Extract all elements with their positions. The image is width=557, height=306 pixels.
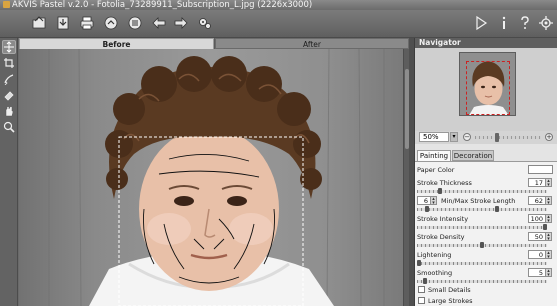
min-stroke-length-field[interactable]: 6 [417,196,431,205]
smoothing-spinner[interactable]: ▴ ▾ [546,268,552,278]
stroke-density-label: Stroke Density [417,233,465,241]
stroke-thickness-slider[interactable] [417,188,547,194]
info-icon[interactable] [495,14,513,32]
lightening-field[interactable]: 0 [528,250,546,259]
max-stroke-length-field[interactable]: 62 [528,196,546,205]
paper-color-label: Paper Color [417,166,455,174]
lightening-label: Lightening [417,251,452,259]
redo-icon[interactable] [172,14,190,32]
zoom-out-icon[interactable]: − [463,133,471,141]
minmax-stroke-length-label: Min/Max Stroke Length [441,197,516,205]
title-bar: AKVIS Pastel v.2.0 - Fotolia_73289911_Su… [0,0,557,10]
navigator-body [415,48,557,131]
smoothing-field[interactable]: 5 [528,268,546,277]
undo-icon[interactable] [150,14,168,32]
zoom-row: 50% ▾ − + [415,131,557,144]
hand-move-icon[interactable] [2,40,16,54]
large-strokes-label: Large Strokes [428,297,473,305]
settings-tabs: Painting Decoration [415,150,557,161]
stroke-length-slider[interactable] [417,206,547,212]
stroke-intensity-spinner[interactable]: ▴ ▾ [546,214,552,224]
stroke-intensity-label: Stroke Intensity [417,215,469,223]
stroke-density-knob[interactable] [480,242,484,248]
app-window: AKVIS Pastel v.2.0 - Fotolia_73289911_Su… [0,0,557,306]
navigator-viewport-frame[interactable] [466,61,510,115]
tab-decoration[interactable]: Decoration [452,150,494,161]
navigator-thumbnail[interactable] [459,52,516,116]
stroke-thickness-knob[interactable] [438,188,442,194]
stroke-intensity-knob[interactable] [543,224,547,230]
zoom-slider-knob[interactable] [495,133,499,142]
navigator-title: Navigator [415,38,557,48]
window-title: AKVIS Pastel v.2.0 - Fotolia_73289911_Su… [12,0,313,10]
save-icon[interactable] [54,14,72,32]
small-details-label: Small Details [428,286,471,294]
large-strokes-checkbox[interactable] [418,297,425,304]
view-tabs: Before After [19,38,409,49]
lightening-slider[interactable] [417,260,547,266]
small-details-checkbox[interactable] [418,286,425,293]
app-logo-icon [3,1,10,8]
stroke-direction-icon[interactable] [2,72,16,86]
smoothing-slider[interactable] [417,278,547,284]
stroke-length-min-knob[interactable] [425,206,429,212]
tab-painting[interactable]: Painting [417,150,451,161]
toolbar [0,10,557,38]
max-stroke-length-spinner[interactable]: ▴ ▾ [546,196,552,206]
lightening-knob[interactable] [417,260,421,266]
settings-icon[interactable] [537,14,555,32]
share-icon[interactable] [102,14,120,32]
help-icon[interactable] [516,14,534,32]
min-stroke-length-spinner[interactable]: ▴ ▾ [431,196,437,206]
stroke-density-slider[interactable] [417,242,547,248]
tab-after[interactable]: After [215,38,409,49]
image-canvas[interactable] [19,49,403,306]
settings-panel: Paper Color Stroke Thickness 17 ▴ ▾ 6 ▴ ▾ … [415,161,557,306]
lightening-spinner[interactable]: ▴ ▾ [546,250,552,260]
zoom-select[interactable]: 50% [419,132,449,142]
stroke-thickness-field[interactable]: 17 [528,178,546,187]
print-icon[interactable] [78,14,96,32]
stroke-intensity-slider[interactable] [417,224,547,230]
stroke-thickness-spinner[interactable]: ▴ ▾ [546,178,552,188]
smoothing-label: Smoothing [417,269,453,277]
hand-icon[interactable] [2,104,16,118]
chevron-down-icon[interactable]: ▾ [450,132,458,142]
stroke-intensity-field[interactable]: 100 [528,214,546,223]
smoothing-knob[interactable] [423,278,427,284]
run-icon[interactable] [472,14,490,32]
eraser-icon[interactable] [2,88,16,102]
zoom-in-icon[interactable]: + [545,133,553,141]
tab-before[interactable]: Before [19,38,214,49]
zoom-slider[interactable] [475,136,541,139]
stroke-density-field[interactable]: 50 [528,232,546,241]
zoom-icon[interactable] [2,120,16,134]
paper-color-swatch[interactable] [528,165,553,174]
photo [19,49,403,306]
right-panel: Navigator 50% ▾ − + Painting Decoration … [414,38,557,306]
stroke-density-spinner[interactable]: ▴ ▾ [546,232,552,242]
stroke-thickness-label: Stroke Thickness [417,179,472,187]
crop-icon[interactable] [2,56,16,70]
stroke-length-max-knob[interactable] [495,206,499,212]
batch-icon[interactable] [126,14,144,32]
open-icon[interactable] [30,14,48,32]
preferences-icon[interactable] [196,14,214,32]
tools-column [0,38,18,306]
